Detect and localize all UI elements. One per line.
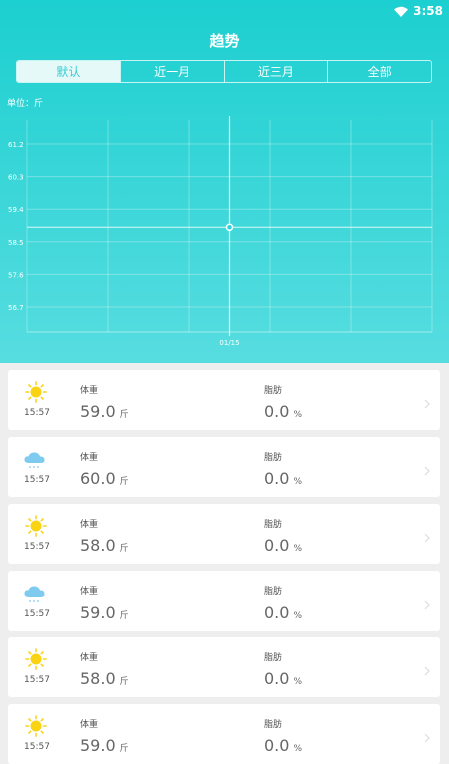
fat-unit: % xyxy=(293,677,303,687)
cloud-rain-icon xyxy=(22,448,50,470)
fat-value: 0.0 xyxy=(264,669,290,688)
weight-unit: 斤 xyxy=(119,744,129,754)
record-card[interactable]: 15:57 体重 58.0 斤 脂肪 0.0% xyxy=(8,637,440,697)
fat-label: 脂肪 xyxy=(264,587,283,597)
fat-value: 0.0 xyxy=(264,402,290,421)
trend-chart[interactable]: 61.2 60.3 59.4 58.5 57.6 56.7 01/15 xyxy=(0,110,449,355)
fat-label: 脂肪 xyxy=(264,520,283,530)
sun-icon xyxy=(22,515,50,537)
tab-all[interactable]: 全部 xyxy=(327,61,431,82)
fat-unit: % xyxy=(293,611,303,621)
record-time: 15:57 xyxy=(24,609,50,619)
fat-value-wrap: 0.0% xyxy=(264,669,302,688)
record-card[interactable]: 15:57 体重 58.0 斤 脂肪 0.0% xyxy=(8,504,440,564)
record-card[interactable]: 15:57 体重 59.0 斤 脂肪 0.0% xyxy=(8,704,440,764)
y-tick-label: 60.3 xyxy=(8,174,24,182)
weight-value: 59.0 xyxy=(80,736,116,755)
fat-label: 脂肪 xyxy=(264,386,283,396)
fat-value-wrap: 0.0% xyxy=(264,402,302,421)
chevron-right-icon xyxy=(424,728,430,743)
sun-icon xyxy=(22,381,50,403)
fat-value-wrap: 0.0% xyxy=(264,736,302,755)
weight-value-wrap: 59.0 斤 xyxy=(80,603,129,622)
fat-value: 0.0 xyxy=(264,469,290,488)
status-bar: 3:58 xyxy=(394,3,443,19)
chevron-right-icon xyxy=(424,528,430,543)
weight-unit: 斤 xyxy=(119,477,129,487)
fat-label: 脂肪 xyxy=(264,720,283,730)
weight-unit: 斤 xyxy=(119,677,129,687)
record-time: 15:57 xyxy=(24,742,50,752)
weight-value-wrap: 60.0 斤 xyxy=(80,469,129,488)
weight-label: 体重 xyxy=(80,386,99,396)
wifi-icon xyxy=(394,6,409,17)
tab-last-month[interactable]: 近一月 xyxy=(119,61,224,82)
fat-unit: % xyxy=(293,477,303,487)
fat-value-wrap: 0.0% xyxy=(264,603,302,622)
sun-icon xyxy=(22,715,50,737)
chevron-right-icon xyxy=(424,461,430,476)
record-time: 15:57 xyxy=(24,475,50,485)
fat-value: 0.0 xyxy=(264,603,290,622)
y-tick-label: 59.4 xyxy=(8,206,24,214)
y-tick-label: 61.2 xyxy=(8,141,24,149)
weight-label: 体重 xyxy=(80,720,99,730)
weight-unit: 斤 xyxy=(119,544,129,554)
weight-label: 体重 xyxy=(80,453,99,463)
chevron-right-icon xyxy=(424,394,430,409)
y-tick-label: 58.5 xyxy=(8,239,24,247)
tab-last-three-months[interactable]: 近三月 xyxy=(223,61,328,82)
record-time: 15:57 xyxy=(24,408,50,418)
weight-value: 60.0 xyxy=(80,469,116,488)
data-point xyxy=(225,223,234,232)
fat-unit: % xyxy=(293,544,303,554)
fat-unit: % xyxy=(293,410,303,420)
sun-icon xyxy=(22,648,50,670)
weight-unit: 斤 xyxy=(119,611,129,621)
y-tick-label: 57.6 xyxy=(8,271,24,279)
record-card[interactable]: 15:57 体重 59.0 斤 脂肪 0.0% xyxy=(8,370,440,430)
y-tick-label: 56.7 xyxy=(8,304,24,312)
weight-unit: 斤 xyxy=(119,410,129,420)
tab-default[interactable]: 默认 xyxy=(17,61,120,82)
weight-value: 59.0 xyxy=(80,402,116,421)
weight-value-wrap: 59.0 斤 xyxy=(80,736,129,755)
weight-label: 体重 xyxy=(80,653,99,663)
cloud-rain-icon xyxy=(22,582,50,604)
fat-value: 0.0 xyxy=(264,736,290,755)
fat-label: 脂肪 xyxy=(264,453,283,463)
weight-value-wrap: 58.0 斤 xyxy=(80,669,129,688)
weight-value: 58.0 xyxy=(80,536,116,555)
record-card[interactable]: 15:57 体重 59.0 斤 脂肪 0.0% xyxy=(8,571,440,631)
page-title: 趋势 xyxy=(209,32,240,50)
record-time: 15:57 xyxy=(24,675,50,685)
record-time: 15:57 xyxy=(24,542,50,552)
record-card[interactable]: 15:57 体重 60.0 斤 脂肪 0.0% xyxy=(8,437,440,497)
fat-value: 0.0 xyxy=(264,536,290,555)
trend-header: 3:58 趋势 默认 近一月 近三月 全部 单位：斤 61.2 60.3 59.4 5… xyxy=(0,0,449,363)
fat-unit: % xyxy=(293,744,303,754)
chevron-right-icon xyxy=(424,661,430,676)
fat-label: 脂肪 xyxy=(264,653,283,663)
weight-value: 59.0 xyxy=(80,603,116,622)
fat-value-wrap: 0.0% xyxy=(264,536,302,555)
chart-unit-label: 单位：斤 xyxy=(7,99,44,109)
weight-label: 体重 xyxy=(80,587,99,597)
fat-value-wrap: 0.0% xyxy=(264,469,302,488)
weight-value-wrap: 58.0 斤 xyxy=(80,536,129,555)
weight-value: 58.0 xyxy=(80,669,116,688)
chevron-right-icon xyxy=(424,595,430,610)
weight-label: 体重 xyxy=(80,520,99,530)
x-tick-label: 01/15 xyxy=(219,339,239,347)
status-time: 3:58 xyxy=(413,4,443,18)
range-tabs: 默认 近一月 近三月 全部 xyxy=(16,60,432,83)
weight-value-wrap: 59.0 斤 xyxy=(80,402,129,421)
